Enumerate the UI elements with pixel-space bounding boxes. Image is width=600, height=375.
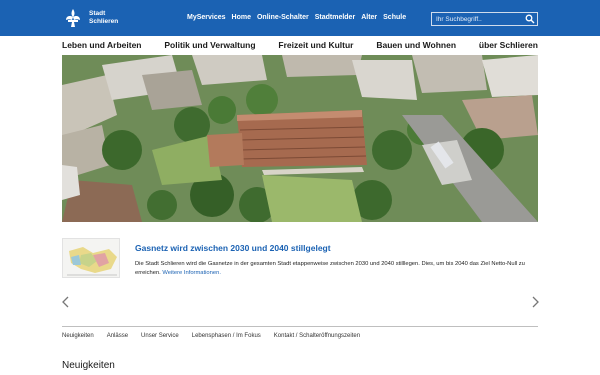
- fleur-de-lis-logo-icon: [66, 9, 80, 27]
- tab-unser-service[interactable]: Unser Service: [141, 333, 179, 339]
- mainnav-politik-und-verwaltung[interactable]: Politik und Verwaltung: [164, 40, 255, 54]
- main-nav: Leben und Arbeiten Politik und Verwaltun…: [62, 40, 538, 54]
- logo-line-2: Schlieren: [89, 18, 119, 25]
- topnav-stadtmelder[interactable]: Stadtmelder: [315, 14, 355, 21]
- mainnav-bauen-und-wohnen[interactable]: Bauen und Wohnen: [376, 40, 456, 54]
- gas-network-map-icon: [67, 247, 117, 276]
- hero-image: [62, 55, 538, 222]
- tab-kontakt[interactable]: Kontakt / Schalteröffnungszeiten: [274, 333, 360, 339]
- tab-neuigkeiten[interactable]: Neuigkeiten: [62, 333, 94, 339]
- site-logo[interactable]: Stadt Schlieren: [62, 7, 118, 29]
- news-title[interactable]: Gasnetz wird zwischen 2030 und 2040 stil…: [135, 243, 331, 253]
- topnav-myservices[interactable]: MyServices: [187, 14, 226, 21]
- mainnav-ueber-schlieren[interactable]: über Schlieren: [479, 40, 538, 54]
- hero-aerial-illustration: [62, 55, 538, 222]
- topnav-alter[interactable]: Alter: [361, 14, 377, 21]
- topnav-schule[interactable]: Schule: [383, 14, 406, 21]
- search-box: [431, 12, 538, 26]
- topnav-home[interactable]: Home: [232, 14, 251, 21]
- chevron-right-icon[interactable]: [530, 296, 540, 308]
- topnav-online-schalter[interactable]: Online-Schalter: [257, 14, 309, 21]
- logo-line-1: Stadt: [89, 10, 106, 17]
- search-icon[interactable]: [525, 14, 535, 24]
- news-text: Die Stadt Schlieren wird die Gasnetze in…: [135, 260, 535, 278]
- mainnav-freizeit-und-kultur[interactable]: Freizeit und Kultur: [278, 40, 353, 54]
- news-thumbnail[interactable]: [62, 238, 120, 278]
- tab-lebensphasen[interactable]: Lebensphasen / Im Fokus: [192, 333, 261, 339]
- logo-text: Stadt Schlieren: [89, 10, 118, 26]
- news-more-link[interactable]: Weitere Informationen.: [162, 270, 221, 276]
- section-title: Neuigkeiten: [62, 360, 115, 371]
- top-bar: Stadt Schlieren MyServices Home Online-S…: [0, 0, 600, 36]
- top-nav: MyServices Home Online-Schalter Stadtmel…: [187, 14, 412, 21]
- mainnav-leben-und-arbeiten[interactable]: Leben und Arbeiten: [62, 40, 142, 54]
- search-input[interactable]: [432, 13, 522, 25]
- content-tabs: Neuigkeiten Anlässe Unser Service Lebens…: [62, 333, 373, 339]
- section-divider: [62, 326, 538, 327]
- tab-anlaesse[interactable]: Anlässe: [107, 333, 128, 339]
- chevron-left-icon[interactable]: [61, 296, 71, 308]
